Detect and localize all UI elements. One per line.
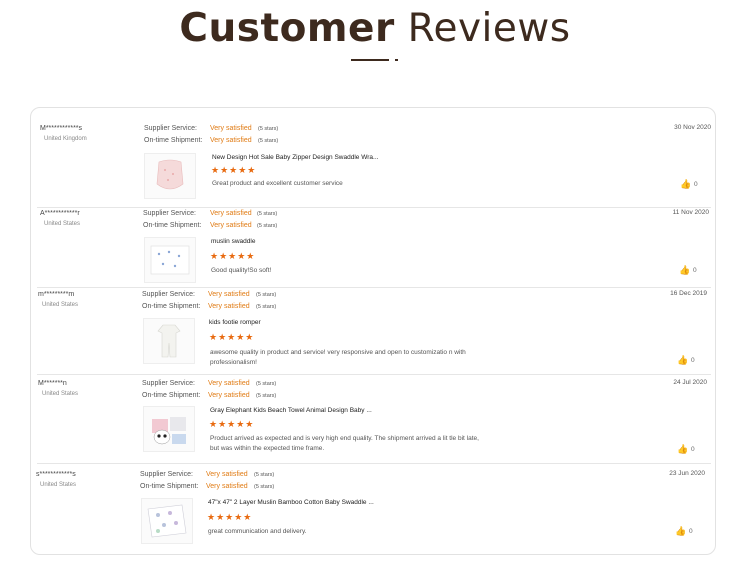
star-rating: ★★★★★ (209, 332, 255, 342)
star-rating: ★★★★★ (210, 251, 256, 261)
review-item: M*******n United States Supplier Service… (31, 368, 715, 463)
page-title: Customer Reviews (0, 6, 750, 51)
product-link[interactable]: 47"x 47" 2 Layer Muslin Bamboo Cotton Ba… (208, 499, 374, 506)
product-link[interactable]: New Design Hot Sale Baby Zipper Design S… (212, 154, 378, 161)
thumbs-up-icon[interactable]: 👍 (677, 355, 688, 366)
supplier-rating: Very satisfied (208, 380, 250, 387)
shipment-stars: (5 stars) (257, 223, 278, 229)
review-date: 30 Nov 2020 (674, 124, 711, 131)
review-comment: awesome quality in product and service! … (210, 349, 466, 366)
shipment-rating: Very satisfied (208, 303, 250, 310)
like-count: 0 (691, 446, 695, 453)
review-date: 24 Jul 2020 (673, 379, 707, 386)
supplier-service-label: Supplier Service: (144, 125, 197, 132)
title-underline (351, 59, 389, 61)
shipment-label: On-time Shipment: (143, 222, 202, 229)
review-item: M************s United Kingdom Supplier S… (31, 108, 715, 207)
review-comment: Good quality!So soft! (211, 267, 272, 274)
shipment-label: On-time Shipment: (142, 392, 201, 399)
supplier-stars: (5 stars) (258, 126, 279, 132)
product-link[interactable]: muslin swaddle (211, 238, 255, 245)
supplier-service-label: Supplier Service: (143, 210, 196, 217)
review-date: 23 Jun 2020 (669, 470, 705, 477)
supplier-service-label: Supplier Service: (142, 380, 195, 387)
product-link[interactable]: Gray Elephant Kids Beach Towel Animal De… (210, 407, 372, 414)
like-count: 0 (691, 357, 695, 364)
reviewer-name: s************s (36, 471, 76, 478)
product-thumbnail[interactable] (144, 153, 196, 199)
shipment-label: On-time Shipment: (142, 303, 201, 310)
thumbs-up-icon[interactable]: 👍 (675, 526, 686, 537)
star-rating: ★★★★★ (209, 419, 255, 429)
reviewer-country: United States (42, 302, 79, 308)
review-item: A************r United States Supplier Se… (31, 200, 715, 286)
review-date: 16 Dec 2019 (670, 290, 707, 297)
product-thumbnail[interactable] (143, 406, 195, 452)
reviewer-name: M*******n (38, 380, 67, 387)
review-item: s************s United States Supplier Se… (31, 458, 715, 554)
supplier-rating: Very satisfied (210, 210, 252, 217)
product-thumbnail[interactable] (141, 498, 193, 544)
reviewer-country: United States (40, 482, 77, 488)
review-date: 11 Nov 2020 (672, 209, 709, 216)
shipment-rating: Very satisfied (210, 222, 252, 229)
like-count: 0 (689, 528, 693, 535)
supplier-stars: (5 stars) (256, 292, 277, 298)
supplier-service-label: Supplier Service: (142, 291, 195, 298)
reviewer-name: A************r (40, 210, 80, 217)
supplier-stars: (5 stars) (257, 211, 278, 217)
shipment-stars: (5 stars) (254, 484, 275, 490)
reviewer-name: m*********m (38, 291, 75, 298)
supplier-rating: Very satisfied (206, 471, 248, 478)
review-comment: Product arrived as expected and is very … (210, 435, 479, 452)
product-thumbnail[interactable] (143, 318, 195, 364)
shipment-stars: (5 stars) (256, 393, 277, 399)
reviews-panel: M************s United Kingdom Supplier S… (30, 107, 716, 555)
like-count: 0 (694, 181, 698, 188)
thumbs-up-icon[interactable]: 👍 (677, 444, 688, 455)
review-comment: great communication and delivery. (208, 528, 307, 535)
star-rating: ★★★★★ (207, 512, 253, 522)
reviewer-name: M************s (40, 125, 83, 132)
shipment-rating: Very satisfied (208, 392, 250, 399)
supplier-service-label: Supplier Service: (140, 471, 193, 478)
reviewer-country: United Kingdom (44, 136, 87, 142)
product-thumbnail[interactable] (144, 237, 196, 283)
supplier-stars: (5 stars) (254, 472, 275, 478)
shipment-label: On-time Shipment: (144, 137, 203, 144)
supplier-stars: (5 stars) (256, 381, 277, 387)
page-title-bold: Customer (179, 6, 395, 51)
reviewer-country: United States (42, 391, 79, 397)
thumbs-up-icon[interactable]: 👍 (680, 179, 691, 190)
title-underline-dot (395, 59, 398, 61)
reviewer-country: United States (44, 221, 81, 227)
review-comment: Great product and excellent customer ser… (212, 180, 343, 187)
shipment-rating: Very satisfied (206, 483, 248, 490)
supplier-rating: Very satisfied (208, 291, 250, 298)
shipment-label: On-time Shipment: (140, 483, 199, 490)
thumbs-up-icon[interactable]: 👍 (679, 265, 690, 276)
page-title-rest: Reviews (407, 6, 571, 51)
review-item: m*********m United States Supplier Servi… (31, 281, 715, 374)
shipment-stars: (5 stars) (258, 138, 279, 144)
like-count: 0 (693, 267, 697, 274)
shipment-rating: Very satisfied (210, 137, 252, 144)
product-link[interactable]: kids footie romper (209, 319, 261, 326)
star-rating: ★★★★★ (211, 165, 257, 175)
shipment-stars: (5 stars) (256, 304, 277, 310)
supplier-rating: Very satisfied (210, 125, 252, 132)
